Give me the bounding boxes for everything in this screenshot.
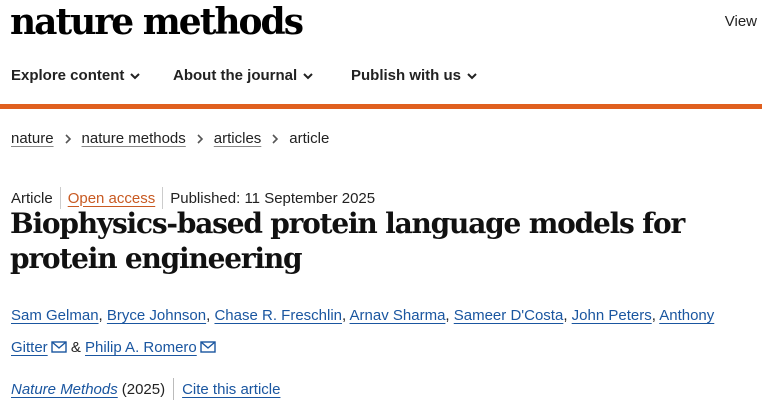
breadcrumb-articles[interactable]: articles [214,130,262,147]
masthead: nature methods View [0,0,762,50]
chevron-right-icon [197,133,203,144]
published-date: Published: 11 September 2025 [170,189,376,207]
mail-icon[interactable] [50,341,67,353]
view-link[interactable]: View [725,13,757,30]
breadcrumb-nature-methods[interactable]: nature methods [82,130,186,147]
cite-article-link[interactable]: Cite this article [182,381,280,398]
author-list: Sam Gelman, Bryce Johnson, Chase R. Fres… [11,300,751,364]
author-link[interactable]: John Peters [572,307,652,324]
author-separator: , [342,307,350,324]
article-title: Biophysics-based protein language models… [10,207,685,275]
nav-label: Explore content [11,67,125,84]
journal-logo[interactable]: nature methods [10,0,304,44]
citation-divider [173,378,175,400]
nav-label: Publish with us [351,67,462,84]
author-link[interactable]: Chase R. Freschlin [214,307,342,324]
author-link[interactable]: Arnav Sharma [350,307,446,324]
article-type: Article [11,189,53,207]
open-access-link[interactable]: Open access [68,190,156,207]
author-link[interactable]: Bryce Johnson [107,307,206,324]
chevron-down-icon [130,72,141,79]
nav-publish-with-us[interactable]: Publish with us [351,67,477,84]
breadcrumb-article: article [289,130,330,147]
publication-year: (2025) [121,380,166,398]
mail-icon[interactable] [200,341,216,353]
author-separator: , [445,307,454,324]
author-link[interactable]: Sam Gelman [11,307,99,324]
accent-divider [0,104,762,109]
breadcrumb: nature nature methods articles article [11,130,329,147]
chevron-down-icon [467,72,477,79]
breadcrumb-nature[interactable]: nature [11,130,54,147]
author-link[interactable]: Sameer D'Costa [454,307,564,324]
author-link[interactable]: Philip A. Romero [85,339,197,356]
citation-line: Nature Methods (2025) Cite this article [11,378,280,400]
nav-explore-content[interactable]: Explore content [11,67,141,84]
main-nav: Explore content About the journal Publis… [0,62,762,94]
chevron-right-icon [272,133,279,144]
author-and: & [66,339,86,356]
chevron-right-icon [64,133,71,144]
author-separator: , [563,307,572,324]
journal-link[interactable]: Nature Methods [11,381,118,398]
chevron-down-icon [303,72,313,79]
author-separator: , [98,307,107,324]
nav-about-journal[interactable]: About the journal [173,67,313,84]
nav-label: About the journal [173,67,298,84]
